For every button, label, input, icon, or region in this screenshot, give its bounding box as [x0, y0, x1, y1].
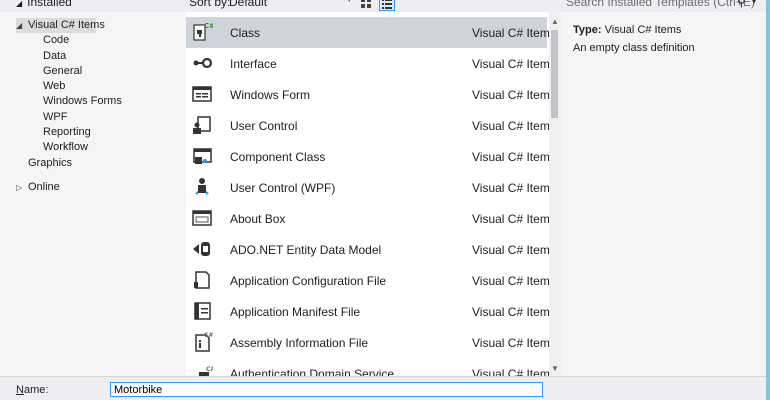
- template-name: User Control (WPF): [230, 181, 336, 195]
- template-row[interactable]: C# Assembly Information File Visual C# I…: [186, 327, 549, 358]
- template-category: Visual C# Items: [472, 119, 549, 133]
- template-name: Assembly Information File: [230, 336, 369, 350]
- template-category: Visual C# Items: [472, 26, 549, 40]
- template-name: Application Configuration File: [230, 274, 387, 288]
- tree-node-windows-forms[interactable]: Windows Forms: [43, 94, 122, 109]
- template-row[interactable]: User Control (WPF) Visual C# Items: [186, 172, 549, 203]
- config-file-icon: [194, 271, 210, 289]
- template-row[interactable]: C# Authentication Domain Service Visual …: [186, 358, 549, 376]
- tree-node-wpf[interactable]: WPF: [43, 110, 67, 125]
- chevron-down-icon[interactable]: ▾: [752, 0, 756, 6]
- sort-by-label: Sort by:: [189, 0, 231, 9]
- scroll-down-icon[interactable]: ▼: [551, 364, 559, 373]
- tree-node-label: Online: [28, 181, 60, 193]
- template-row[interactable]: Windows Form Visual C# Items: [186, 79, 549, 110]
- template-description: An empty class definition: [573, 42, 695, 54]
- name-label: Name:: [16, 384, 48, 396]
- template-name: Application Manifest File: [230, 305, 361, 319]
- template-row[interactable]: C# Class Visual C# Items: [186, 17, 549, 48]
- tree-node-graphics[interactable]: Graphics: [28, 156, 72, 171]
- windows-form-icon: [192, 86, 212, 102]
- sort-by-dropdown[interactable]: Default: [229, 0, 349, 9]
- template-category: Visual C# Items: [472, 181, 549, 195]
- name-label-rest: ame:: [23, 384, 49, 396]
- template-name: Interface: [230, 57, 277, 71]
- tree-node-visual-csharp-items[interactable]: ◢ Visual C# Items: [16, 18, 105, 33]
- name-bar: Name:: [0, 376, 766, 400]
- template-category: Visual C# Items: [472, 57, 549, 71]
- toolbar: ◢ Installed Sort by: Default ▾ Search Ins…: [0, 0, 766, 12]
- assembly-info-icon: C#: [195, 332, 213, 352]
- template-tree: ◢ Visual C# Items Code Data General Web …: [0, 12, 186, 376]
- name-input[interactable]: [110, 382, 543, 397]
- template-name: User Control: [230, 119, 298, 133]
- tree-node-installed-label: Installed: [27, 0, 72, 9]
- template-row[interactable]: Application Manifest File Visual C# Item…: [186, 296, 549, 327]
- expanded-triangle-icon: ◢: [16, 21, 23, 30]
- scrollbar-thumb[interactable]: [551, 30, 558, 118]
- search-icon[interactable]: ⚲: [737, 0, 746, 9]
- svg-text:C#: C#: [206, 366, 213, 373]
- tree-node-web[interactable]: Web: [43, 79, 65, 94]
- template-row[interactable]: About Box Visual C# Items: [186, 203, 549, 234]
- template-category: Visual C# Items: [472, 336, 549, 350]
- template-category: Visual C# Items: [472, 212, 549, 226]
- window-edge: [766, 0, 770, 400]
- details-panel: Type: Visual C# Items An empty class def…: [561, 12, 766, 376]
- about-box-icon: [192, 210, 212, 226]
- tree-node-label: Visual C# Items: [28, 19, 105, 31]
- chevron-down-icon[interactable]: ▾: [347, 0, 352, 5]
- manifest-file-icon: [194, 302, 211, 320]
- template-category: Visual C# Items: [472, 305, 549, 319]
- tree-node-general[interactable]: General: [43, 64, 82, 79]
- medium-icons-view-icon[interactable]: [360, 0, 372, 9]
- collapsed-triangle-icon: ▷: [16, 183, 23, 192]
- template-row[interactable]: User Control Visual C# Items: [186, 110, 549, 141]
- tree-node-installed[interactable]: ◢ Installed: [16, 0, 72, 9]
- name-label-accesskey: N: [16, 384, 24, 396]
- tree-node-reporting[interactable]: Reporting: [43, 125, 91, 140]
- component-class-icon: [193, 148, 212, 164]
- user-control-icon: [193, 116, 211, 134]
- entity-data-model-icon: [193, 242, 210, 256]
- template-type: Type: Visual C# Items: [573, 24, 681, 36]
- tree-node-data[interactable]: Data: [43, 49, 66, 64]
- tree-node-code[interactable]: Code: [43, 33, 69, 48]
- scroll-up-icon[interactable]: ▲: [551, 17, 559, 26]
- type-value: Visual C# Items: [604, 24, 682, 36]
- svg-text:C#: C#: [204, 332, 213, 339]
- vertical-scrollbar[interactable]: ▲ ▼: [549, 12, 561, 376]
- type-label: Type:: [573, 24, 602, 36]
- template-category: Visual C# Items: [472, 367, 549, 376]
- template-category: Visual C# Items: [472, 274, 549, 288]
- class-icon: C#: [193, 22, 213, 41]
- search-input[interactable]: Search Installed Templates (Ctrl+E): [566, 0, 755, 9]
- template-row[interactable]: ADO.NET Entity Data Model Visual C# Item…: [186, 234, 549, 265]
- template-list: C# Class Visual C# Items Interface Visua…: [186, 12, 549, 376]
- interface-icon: [193, 57, 213, 69]
- template-name: Component Class: [230, 150, 326, 164]
- user-control-wpf-icon: [195, 178, 209, 195]
- expanded-triangle-icon: ◢: [16, 0, 23, 8]
- tree-node-workflow[interactable]: Workflow: [43, 140, 88, 155]
- template-name: Class: [230, 26, 261, 40]
- template-name: ADO.NET Entity Data Model: [230, 243, 382, 257]
- template-name: About Box: [230, 212, 286, 226]
- template-category: Visual C# Items: [472, 243, 549, 257]
- template-row[interactable]: Interface Visual C# Items: [186, 48, 549, 79]
- list-view-icon[interactable]: [379, 0, 395, 11]
- sort-by: Sort by: Default ▾: [189, 0, 352, 9]
- template-row[interactable]: Component Class Visual C# Items: [186, 141, 549, 172]
- domain-service-icon: C#: [199, 366, 213, 376]
- template-category: Visual C# Items: [472, 88, 549, 102]
- template-name: Windows Form: [230, 88, 311, 102]
- template-row[interactable]: Application Configuration File Visual C#…: [186, 265, 549, 296]
- template-name: Authentication Domain Service: [230, 367, 395, 376]
- template-category: Visual C# Items: [472, 150, 549, 164]
- svg-text:C#: C#: [204, 22, 213, 30]
